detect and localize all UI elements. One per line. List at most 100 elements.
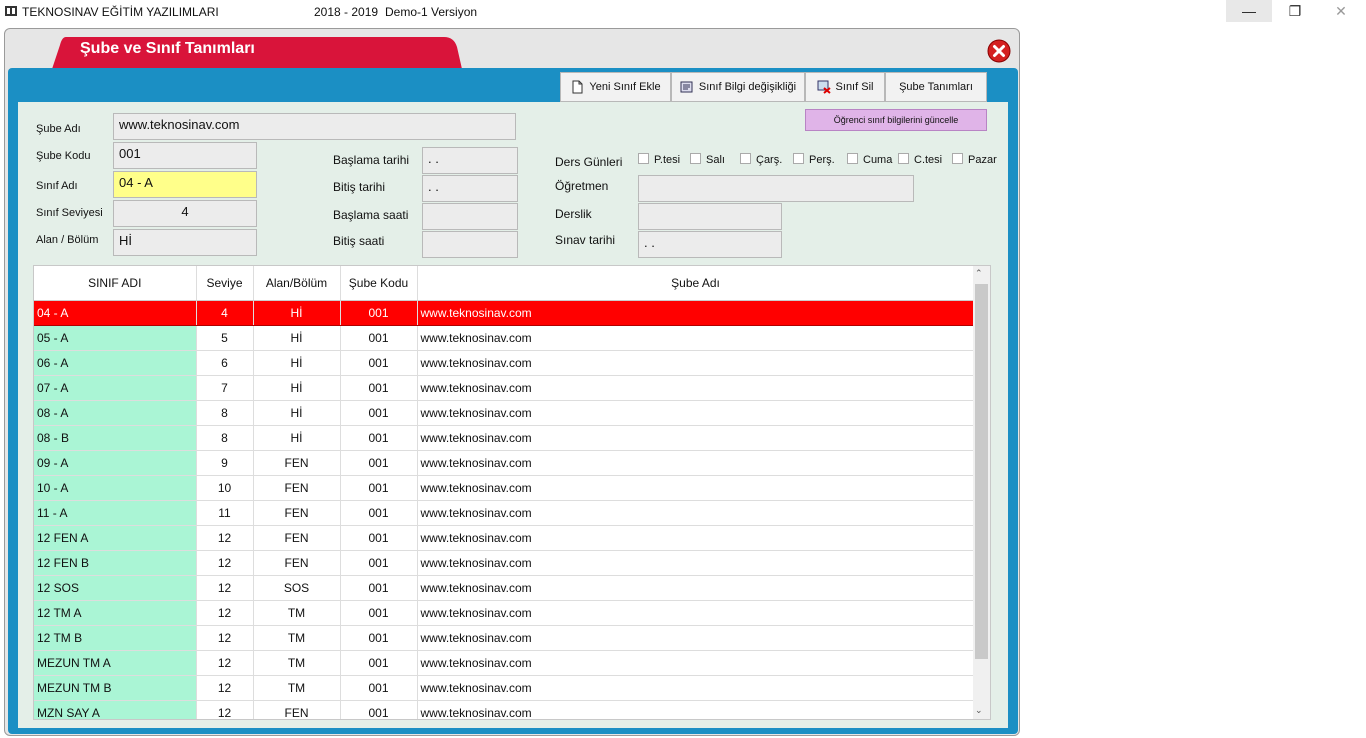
cell-department: SOS [253, 575, 341, 601]
cell-level: 11 [196, 500, 254, 526]
cell-branch-code: 001 [340, 450, 418, 476]
branch-code-field[interactable]: 001 [113, 142, 257, 169]
table-row[interactable]: MEZUN TM A 12 TM 001 www.teknosinav.com [34, 650, 975, 676]
cell-level: 9 [196, 450, 254, 476]
table-row[interactable]: 08 - A 8 Hİ 001 www.teknosinav.com [34, 400, 975, 426]
cell-department: FEN [253, 475, 341, 501]
branch-definitions-button[interactable]: Şube Tanımları [885, 72, 987, 102]
cell-branch-code: 001 [340, 525, 418, 551]
table-row[interactable]: 12 FEN B 12 FEN 001 www.teknosinav.com [34, 550, 975, 576]
cell-level: 4 [196, 300, 254, 326]
cell-department: TM [253, 625, 341, 651]
branch-code-label: Şube Kodu [36, 150, 91, 162]
cell-class-name: 09 - A [34, 450, 197, 476]
lesson-days-label: Ders Günleri [555, 155, 623, 169]
cell-level: 12 [196, 650, 254, 676]
day-checkbox-sali[interactable] [690, 153, 701, 164]
column-header-class-name[interactable]: SINIF ADI [34, 266, 197, 301]
app-icon [5, 6, 17, 16]
day-checkbox-ptesi[interactable] [638, 153, 649, 164]
cell-class-name: 04 - A [34, 300, 197, 326]
cell-department: FEN [253, 525, 341, 551]
update-student-class-button[interactable]: Öğrenci sınıf bilgilerini güncelle [805, 109, 987, 131]
end-date-field[interactable]: . . [422, 175, 518, 202]
table-row[interactable]: 12 SOS 12 SOS 001 www.teknosinav.com [34, 575, 975, 601]
column-header-branch-code[interactable]: Şube Kodu [340, 266, 418, 301]
delete-icon [817, 80, 831, 94]
table-row[interactable]: MZN SAY A 12 FEN 001 www.teknosinav.com [34, 700, 975, 719]
restore-button[interactable]: ❐ [1272, 0, 1318, 22]
cell-level: 12 [196, 600, 254, 626]
edit-class-label: Sınıf Bilgi değişikliği [698, 81, 797, 93]
column-header-branch-name[interactable]: Şube Adı [417, 266, 975, 301]
cell-department: FEN [253, 700, 341, 719]
cell-level: 6 [196, 350, 254, 376]
exam-date-field[interactable]: . . [638, 231, 782, 258]
cell-branch-code: 001 [340, 675, 418, 701]
table-row[interactable]: 10 - A 10 FEN 001 www.teknosinav.com [34, 475, 975, 501]
field-department-field[interactable]: Hİ [113, 229, 257, 256]
day-checkbox-pazar[interactable] [952, 153, 963, 164]
classroom-label: Derslik [555, 207, 592, 221]
cell-branch-name: www.teknosinav.com [417, 500, 975, 526]
end-date-label: Bitiş tarihi [333, 180, 386, 194]
class-name-field[interactable]: 04 - A [113, 171, 257, 198]
edit-class-button[interactable]: Sınıf Bilgi değişikliği [671, 72, 805, 102]
table-row[interactable]: 04 - A 4 Hİ 001 www.teknosinav.com [34, 300, 975, 326]
delete-class-button[interactable]: Sınıf Sil [805, 72, 885, 102]
close-icon[interactable] [987, 39, 1011, 63]
end-time-field[interactable] [422, 231, 518, 258]
cell-department: TM [253, 650, 341, 676]
table-row[interactable]: 09 - A 9 FEN 001 www.teknosinav.com [34, 450, 975, 476]
scroll-up-icon[interactable]: ⌃ [975, 268, 983, 279]
day-checkbox-carsamba[interactable] [740, 153, 751, 164]
teacher-field[interactable] [638, 175, 914, 202]
cell-department: FEN [253, 500, 341, 526]
cell-branch-code: 001 [340, 350, 418, 376]
cell-class-name: 12 TM A [34, 600, 197, 626]
branch-name-label: Şube Adı [36, 123, 81, 135]
add-class-button[interactable]: Yeni Sınıf Ekle [560, 72, 671, 102]
minimize-button[interactable]: — [1226, 0, 1272, 22]
scroll-down-icon[interactable]: ⌄ [975, 705, 983, 716]
classroom-field[interactable] [638, 203, 782, 230]
table-row[interactable]: 05 - A 5 Hİ 001 www.teknosinav.com [34, 325, 975, 351]
cell-class-name: 08 - B [34, 425, 197, 451]
table-row[interactable]: 12 TM B 12 TM 001 www.teknosinav.com [34, 625, 975, 651]
column-header-level[interactable]: Seviye [196, 266, 254, 301]
branch-name-field[interactable]: www.teknosinav.com [113, 113, 516, 140]
window-close-button[interactable]: ✕ [1318, 0, 1364, 22]
table-row[interactable]: MEZUN TM B 12 TM 001 www.teknosinav.com [34, 675, 975, 701]
cell-branch-name: www.teknosinav.com [417, 675, 975, 701]
start-date-field[interactable]: . . [422, 147, 518, 174]
cell-class-name: 08 - A [34, 400, 197, 426]
exam-date-label: Sınav tarihi [555, 233, 616, 247]
cell-branch-code: 001 [340, 625, 418, 651]
day-checkbox-persembe[interactable] [793, 153, 804, 164]
day-label-ptesi: P.tesi [654, 154, 681, 166]
table-row[interactable]: 07 - A 7 Hİ 001 www.teknosinav.com [34, 375, 975, 401]
cell-level: 10 [196, 475, 254, 501]
table-row[interactable]: 11 - A 11 FEN 001 www.teknosinav.com [34, 500, 975, 526]
cell-class-name: 12 TM B [34, 625, 197, 651]
cell-branch-name: www.teknosinav.com [417, 475, 975, 501]
grid-scroll-thumb[interactable] [975, 284, 988, 659]
cell-branch-name: www.teknosinav.com [417, 450, 975, 476]
cell-branch-name: www.teknosinav.com [417, 550, 975, 576]
day-checkbox-ctesi[interactable] [898, 153, 909, 164]
cell-branch-code: 001 [340, 500, 418, 526]
start-time-field[interactable] [422, 203, 518, 230]
cell-department: Hİ [253, 350, 341, 376]
cell-branch-name: www.teknosinav.com [417, 700, 975, 719]
branch-definitions-label: Şube Tanımları [899, 81, 973, 93]
day-checkbox-cuma[interactable] [847, 153, 858, 164]
cell-level: 12 [196, 550, 254, 576]
class-level-field[interactable]: 4 [113, 200, 257, 227]
table-row[interactable]: 12 FEN A 12 FEN 001 www.teknosinav.com [34, 525, 975, 551]
cell-class-name: 11 - A [34, 500, 197, 526]
cell-branch-code: 001 [340, 300, 418, 326]
column-header-department[interactable]: Alan/Bölüm [253, 266, 341, 301]
table-row[interactable]: 06 - A 6 Hİ 001 www.teknosinav.com [34, 350, 975, 376]
table-row[interactable]: 12 TM A 12 TM 001 www.teknosinav.com [34, 600, 975, 626]
table-row[interactable]: 08 - B 8 Hİ 001 www.teknosinav.com [34, 425, 975, 451]
